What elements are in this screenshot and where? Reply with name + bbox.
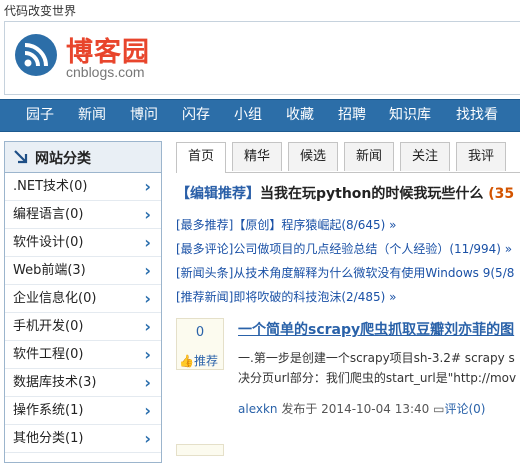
post-meta: alexkn 发布于 2014-10-04 13:40 ▭评论(0): [238, 400, 485, 417]
post-comments-link[interactable]: 评论(0): [444, 402, 485, 416]
site-slogan: 代码改变世界: [4, 4, 77, 18]
nav-item-news[interactable]: 新闻: [78, 100, 106, 131]
nav-item-questions[interactable]: 博问: [130, 100, 158, 131]
post-summary: 一.第一步是创建一个scrapy项目sh-3.2# scrapy s 决分页ur…: [238, 348, 520, 388]
chevron-right-icon: ›: [144, 401, 151, 420]
headline-most-commented[interactable]: [最多评论]公司做项目的几点经验总结（个人经验）(11/994) »: [176, 240, 512, 257]
tab-following[interactable]: 关注: [400, 142, 450, 171]
sidebar-item-label: .NET技术(0): [13, 179, 88, 194]
sidebar-header: 网站分类: [5, 142, 161, 173]
chevron-right-icon: ›: [144, 177, 151, 196]
nav-item-jobs[interactable]: 招聘: [338, 100, 366, 131]
sidebar-title: 网站分类: [35, 151, 91, 167]
sidebar-item-web[interactable]: Web前端(3) ›: [5, 257, 161, 285]
nav-item-favorites[interactable]: 收藏: [286, 100, 314, 131]
sidebar-item-label: Web前端(3): [13, 263, 86, 278]
headline-recommended-news[interactable]: [推荐新闻]即将吹破的科技泡沫(2/485) »: [176, 288, 396, 305]
sidebar-item-label: 数据库技术(3): [13, 375, 97, 390]
post-summary-line: 一.第一步是创建一个scrapy项目sh-3.2# scrapy s: [238, 351, 515, 365]
sidebar-item-enterprise[interactable]: 企业信息化(0) ›: [5, 285, 161, 313]
chevron-right-icon: ›: [144, 261, 151, 280]
sidebar-item-os[interactable]: 操作系统(1) ›: [5, 397, 161, 425]
chevron-right-icon: ›: [144, 429, 151, 448]
nav-item-flash[interactable]: 闪存: [182, 100, 210, 131]
sidebar-item-programming[interactable]: 编程语言(0) ›: [5, 201, 161, 229]
nav-item-garden[interactable]: 园子: [26, 100, 54, 131]
chevron-right-icon: ›: [144, 233, 151, 252]
sidebar-item-design[interactable]: 软件设计(0) ›: [5, 229, 161, 257]
tab-featured[interactable]: 精华: [232, 142, 282, 171]
logo-subtitle: cnblogs.com: [66, 64, 145, 80]
rss-logo-icon[interactable]: [14, 33, 58, 80]
chevron-right-icon: ›: [144, 289, 151, 308]
digg-count: 0: [195, 325, 205, 340]
sidebar-item-label: 企业信息化(0): [13, 291, 97, 306]
headline-top-news[interactable]: [新闻头条]从技术角度解释为什么微软没有使用Windows 9(5/8: [176, 264, 514, 281]
editor-recommendation[interactable]: 【编辑推荐】当我在玩python的时候我玩些什么 (35: [176, 183, 514, 203]
chevron-right-icon: ›: [144, 317, 151, 336]
sidebar-item-label: 编程语言(0): [13, 207, 84, 222]
post-published: 发布于 2014-10-04 13:40: [281, 402, 430, 416]
category-sidebar: 网站分类 .NET技术(0) › 编程语言(0) › 软件设计(0) › Web前端(…: [4, 141, 162, 463]
sidebar-item-database[interactable]: 数据库技术(3) ›: [5, 369, 161, 397]
nav-item-kb[interactable]: 知识库: [389, 100, 431, 131]
comment-icon: ▭: [433, 402, 445, 416]
content-tabs: 首页 精华 候选 新闻 关注 我评: [176, 142, 520, 173]
recommend-label: 推荐: [193, 354, 218, 368]
tab-candidates[interactable]: 候选: [288, 142, 338, 171]
editor-rec-tag: 【编辑推荐】: [176, 186, 260, 202]
sidebar-item-mobile[interactable]: 手机开发(0) ›: [5, 313, 161, 341]
recommend-button[interactable]: 👍推荐: [179, 352, 218, 369]
sidebar-item-label: 软件设计(0): [13, 235, 84, 250]
arrow-down-right-icon: [13, 149, 29, 168]
nav-item-search[interactable]: 找找看: [456, 100, 498, 131]
editor-rec-title: 当我在玩python的时候我玩些什么: [260, 186, 484, 202]
thumbs-up-icon: 👍: [179, 354, 194, 368]
tab-my-comments[interactable]: 我评: [456, 142, 506, 171]
sidebar-item-se[interactable]: 软件工程(0) ›: [5, 341, 161, 369]
chevron-right-icon: ›: [144, 373, 151, 392]
digg-box: 0 👍推荐: [176, 318, 224, 370]
sidebar-item-label: 软件工程(0): [13, 347, 84, 362]
editor-rec-count: (35: [488, 186, 515, 202]
post-title-link[interactable]: 一个简单的scrapy爬虫抓取豆瓣刘亦菲的图: [238, 319, 514, 339]
sidebar-item-dotnet[interactable]: .NET技术(0) ›: [5, 173, 161, 201]
sidebar-item-label: 手机开发(0): [13, 319, 84, 334]
post-author-link[interactable]: alexkn: [238, 402, 278, 416]
sidebar-item-label: 操作系统(1): [13, 403, 84, 418]
tab-news[interactable]: 新闻: [344, 142, 394, 171]
chevron-right-icon: ›: [144, 345, 151, 364]
tab-home[interactable]: 首页: [176, 142, 226, 173]
nav-item-groups[interactable]: 小组: [234, 100, 262, 131]
sidebar-item-label: 其他分类(1): [13, 431, 84, 446]
chevron-right-icon: ›: [144, 205, 151, 224]
post-summary-line: 决分页url部分：我们爬虫的start_url是"http://mov: [238, 371, 517, 385]
next-digg-box: [176, 444, 224, 456]
main-nav: 园子 新闻 博问 闪存 小组 收藏 招聘 知识库 找找看: [0, 99, 520, 132]
sidebar-item-other[interactable]: 其他分类(1) ›: [5, 425, 161, 453]
headline-most-recommended[interactable]: [最多推荐]【原创】程序猿崛起(8/645) »: [176, 216, 396, 233]
